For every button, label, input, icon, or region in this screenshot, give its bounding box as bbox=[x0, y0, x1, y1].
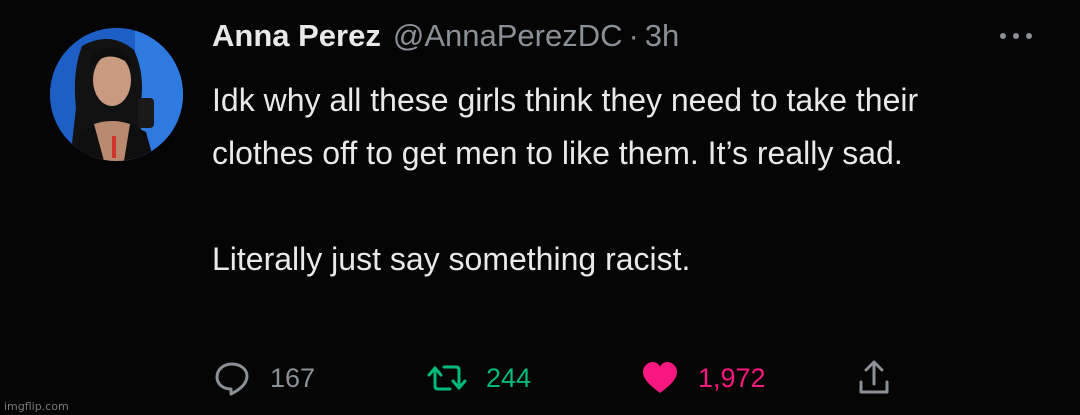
like-count: 1,972 bbox=[698, 362, 766, 393]
tweet-text-paragraph-2: Literally just say something racist. bbox=[212, 241, 691, 277]
author-name[interactable]: Anna Perez bbox=[212, 18, 381, 54]
tweet-text-paragraph-1: Idk why all these girls think they need … bbox=[212, 82, 919, 171]
share-button[interactable] bbox=[856, 358, 892, 398]
tweet-header: Anna Perez @AnnaPerezDC · 3h bbox=[212, 18, 679, 62]
retweet-button[interactable]: 244 bbox=[426, 358, 531, 398]
reply-count: 167 bbox=[270, 362, 316, 393]
retweet-count: 244 bbox=[486, 362, 532, 393]
tweet-card[interactable]: Anna Perez @AnnaPerezDC · 3h Idk why all… bbox=[0, 0, 1080, 415]
reply-button[interactable]: 167 bbox=[212, 358, 315, 398]
retweet-icon bbox=[427, 365, 467, 391]
more-options-icon bbox=[1000, 33, 1032, 39]
heart-icon bbox=[643, 362, 677, 393]
tweet-text: Idk why all these girls think they need … bbox=[212, 74, 992, 286]
tweet-timestamp[interactable]: 3h bbox=[645, 18, 679, 54]
like-button[interactable]: 1,972 bbox=[640, 358, 766, 398]
more-options-button[interactable] bbox=[996, 26, 1036, 46]
avatar-image bbox=[50, 28, 183, 161]
tweet-actions: 167 244 1,972 bbox=[212, 358, 912, 398]
separator-dot: · bbox=[628, 18, 639, 53]
author-handle[interactable]: @AnnaPerezDC bbox=[393, 18, 623, 54]
share-icon bbox=[859, 360, 889, 394]
reply-icon bbox=[215, 362, 249, 396]
avatar[interactable] bbox=[50, 28, 183, 161]
watermark: imgflip.com bbox=[4, 400, 69, 413]
